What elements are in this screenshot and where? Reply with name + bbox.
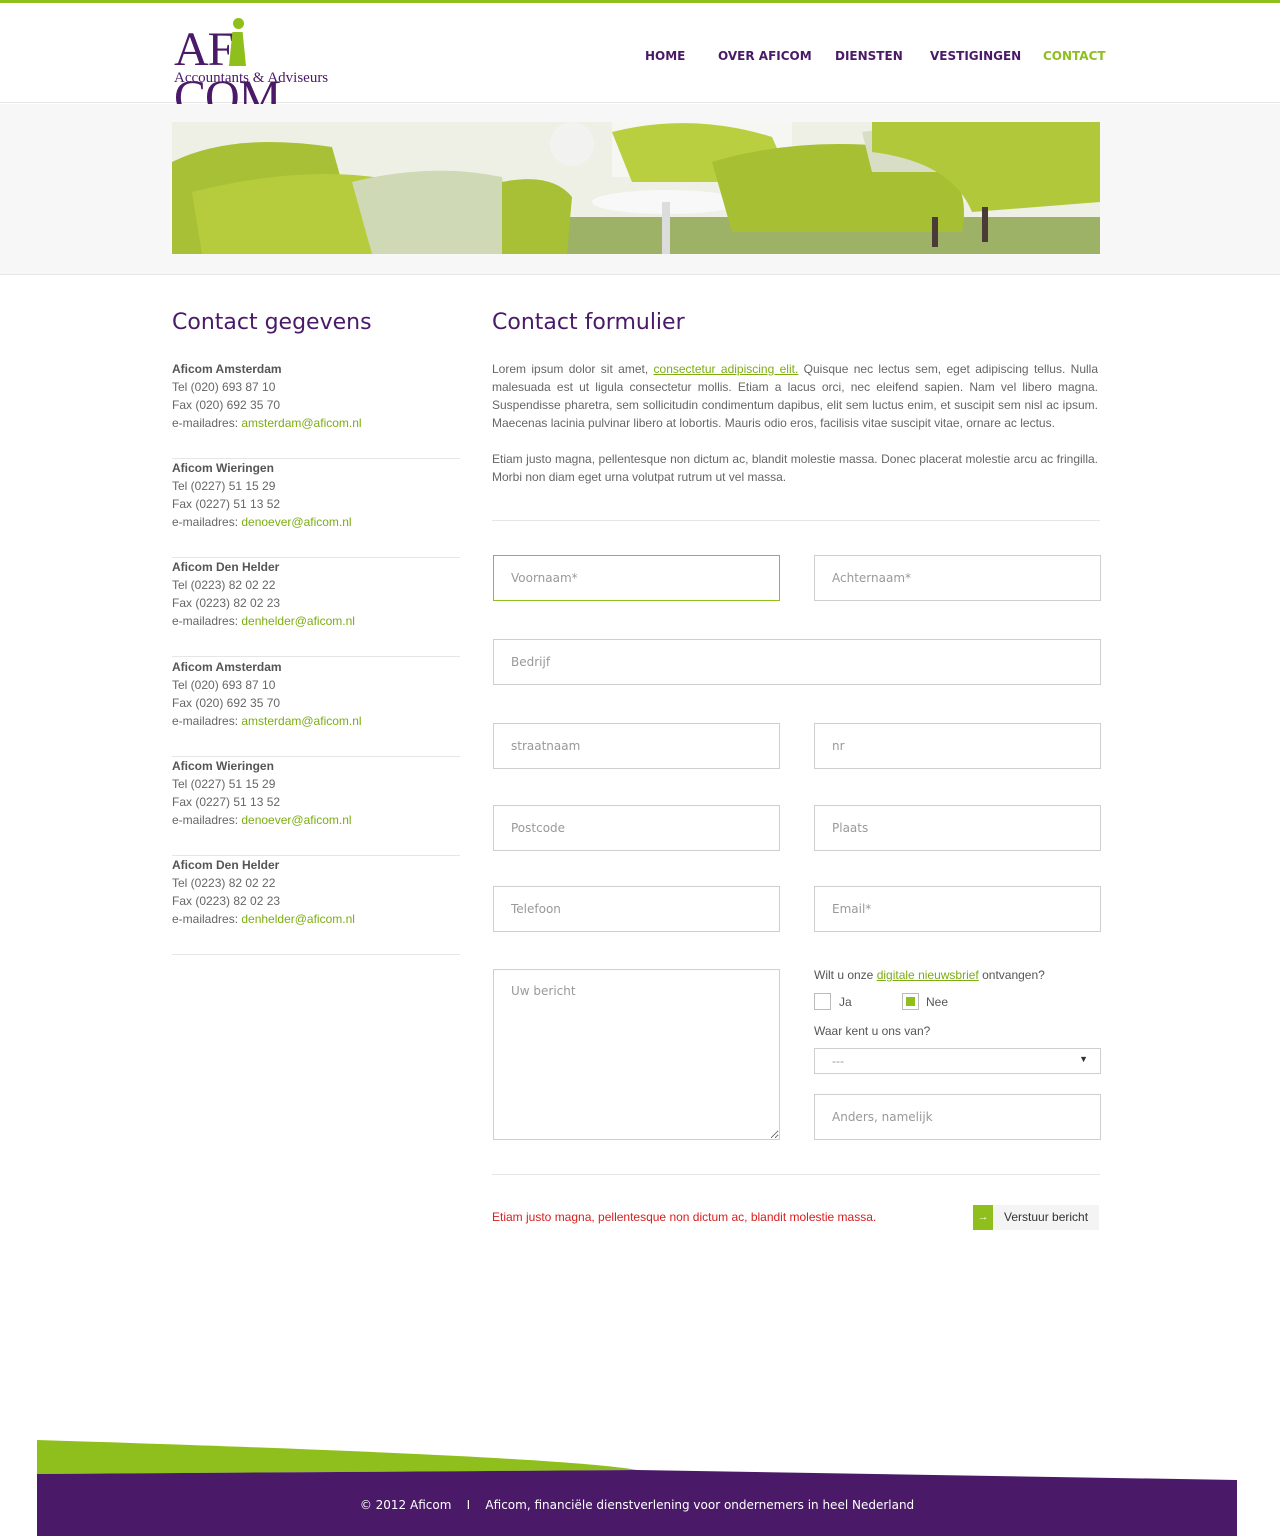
straatnaam-input[interactable] bbox=[493, 723, 780, 769]
newsletter-no-label: Nee bbox=[926, 995, 949, 1009]
form-intro: Lorem ipsum dolor sit amet, consectetur … bbox=[492, 360, 1098, 504]
intro-paragraph: Etiam justo magna, pellentesque non dict… bbox=[492, 452, 1098, 484]
office-card: Aficom Wieringen Tel (0227) 51 15 29 Fax… bbox=[172, 459, 460, 558]
submit-button[interactable]: → Verstuur bericht bbox=[973, 1205, 1099, 1230]
dropdown-arrow-icon: ▼ bbox=[1079, 1054, 1088, 1064]
office-name: Aficom Den Helder bbox=[172, 560, 280, 574]
nav-diensten[interactable]: DIENSTEN bbox=[835, 49, 903, 63]
divider bbox=[492, 520, 1100, 521]
office-name: Aficom Wieringen bbox=[172, 759, 274, 773]
office-email-link[interactable]: denhelder@aficom.nl bbox=[241, 912, 355, 926]
intro-paragraph: Lorem ipsum dolor sit amet, consectetur … bbox=[492, 362, 1098, 430]
newsletter-question: Wilt u onze digitale nieuwsbrief ontvang… bbox=[814, 968, 1045, 982]
office-fax: Fax (0227) 51 13 52 bbox=[172, 795, 281, 809]
office-card: Aficom Den Helder Tel (0223) 82 02 22 Fa… bbox=[172, 856, 460, 955]
email-label: e-mailadres: bbox=[172, 912, 242, 926]
arrow-right-icon: → bbox=[973, 1205, 993, 1230]
office-fax: Fax (020) 692 35 70 bbox=[172, 398, 281, 412]
email-label: e-mailadres: bbox=[172, 714, 242, 728]
office-fax: Fax (0223) 82 02 23 bbox=[172, 596, 281, 610]
office-email-link[interactable]: amsterdam@aficom.nl bbox=[241, 714, 361, 728]
email-label: e-mailadres: bbox=[172, 416, 242, 430]
office-name: Aficom Amsterdam bbox=[172, 362, 282, 376]
office-card: Aficom Amsterdam Tel (020) 693 87 10 Fax… bbox=[172, 658, 460, 757]
office-fax: Fax (0223) 82 02 23 bbox=[172, 894, 281, 908]
postcode-input[interactable] bbox=[493, 805, 780, 851]
office-card: Aficom Wieringen Tel (0227) 51 15 29 Fax… bbox=[172, 757, 460, 856]
bedrijf-input[interactable] bbox=[493, 639, 1101, 685]
nav-vestigingen[interactable]: VESTIGINGEN bbox=[930, 49, 1021, 63]
newsletter-yes-label: Ja bbox=[839, 995, 852, 1009]
voornaam-input[interactable] bbox=[493, 555, 780, 601]
office-fax: Fax (020) 692 35 70 bbox=[172, 696, 281, 710]
logo-person-icon bbox=[228, 18, 250, 70]
intro-link[interactable]: consectetur adipiscing elit. bbox=[654, 362, 799, 376]
newsletter-no-checkbox[interactable] bbox=[902, 993, 919, 1010]
nav-home[interactable]: HOME bbox=[645, 49, 685, 63]
anders-input[interactable] bbox=[814, 1094, 1101, 1140]
email-label: e-mailadres: bbox=[172, 614, 242, 628]
banner-lounge-chairs-illustration bbox=[172, 122, 1100, 254]
divider bbox=[492, 1174, 1100, 1175]
huisnummer-input[interactable] bbox=[814, 723, 1101, 769]
banner-image bbox=[172, 122, 1100, 254]
footer-text: © 2012 Aficom I Aficom, financiële diens… bbox=[359, 1498, 915, 1512]
office-tel: Tel (0223) 82 02 22 bbox=[172, 578, 276, 592]
message-textarea[interactable] bbox=[493, 969, 780, 1140]
error-message: Etiam justo magna, pellentesque non dict… bbox=[492, 1210, 877, 1224]
office-name: Aficom Amsterdam bbox=[172, 660, 282, 674]
email-input[interactable] bbox=[814, 886, 1101, 932]
email-label: e-mailadres: bbox=[172, 813, 242, 827]
office-tel: Tel (0227) 51 15 29 bbox=[172, 777, 276, 791]
source-select[interactable]: --- ▼ bbox=[814, 1048, 1101, 1074]
telefoon-input[interactable] bbox=[493, 886, 780, 932]
office-card: Aficom Den Helder Tel (0223) 82 02 22 Fa… bbox=[172, 558, 460, 657]
office-email-link[interactable]: denoever@aficom.nl bbox=[241, 515, 351, 529]
nav-over-aficom[interactable]: OVER AFICOM bbox=[718, 49, 812, 63]
office-name: Aficom Wieringen bbox=[172, 461, 274, 475]
office-email-link[interactable]: denoever@aficom.nl bbox=[241, 813, 351, 827]
contact-details-title: Contact gegevens bbox=[172, 310, 372, 335]
submit-label: Verstuur bericht bbox=[1004, 1210, 1089, 1224]
footer-wave-shape bbox=[37, 1440, 1237, 1536]
source-question: Waar kent u ons van? bbox=[814, 1024, 931, 1038]
nav-contact[interactable]: CONTACT bbox=[1043, 49, 1106, 63]
office-fax: Fax (0227) 51 13 52 bbox=[172, 497, 281, 511]
office-email-link[interactable]: amsterdam@aficom.nl bbox=[241, 416, 361, 430]
office-tel: Tel (0227) 51 15 29 bbox=[172, 479, 276, 493]
logo-tagline: Accountants & Adviseurs bbox=[174, 70, 329, 86]
source-selected-value: --- bbox=[832, 1054, 844, 1068]
office-card: Aficom Amsterdam Tel (020) 693 87 10 Fax… bbox=[172, 360, 460, 459]
office-tel: Tel (0223) 82 02 22 bbox=[172, 876, 276, 890]
office-name: Aficom Den Helder bbox=[172, 858, 280, 872]
office-email-link[interactable]: denhelder@aficom.nl bbox=[241, 614, 355, 628]
office-tel: Tel (020) 693 87 10 bbox=[172, 678, 276, 692]
contact-form-title: Contact formulier bbox=[492, 310, 685, 335]
newsletter-yes-checkbox[interactable] bbox=[814, 993, 831, 1010]
office-tel: Tel (020) 693 87 10 bbox=[172, 380, 276, 394]
newsletter-link[interactable]: digitale nieuwsbrief bbox=[877, 968, 979, 982]
achternaam-input[interactable] bbox=[814, 555, 1101, 601]
site-header: AFCOM Accountants & Adviseurs HOME OVER … bbox=[0, 3, 1280, 122]
aficom-logo[interactable]: AFCOM Accountants & Adviseurs bbox=[172, 18, 332, 122]
plaats-input[interactable] bbox=[814, 805, 1101, 851]
email-label: e-mailadres: bbox=[172, 515, 242, 529]
site-footer: © 2012 Aficom I Aficom, financiële diens… bbox=[37, 1440, 1237, 1536]
